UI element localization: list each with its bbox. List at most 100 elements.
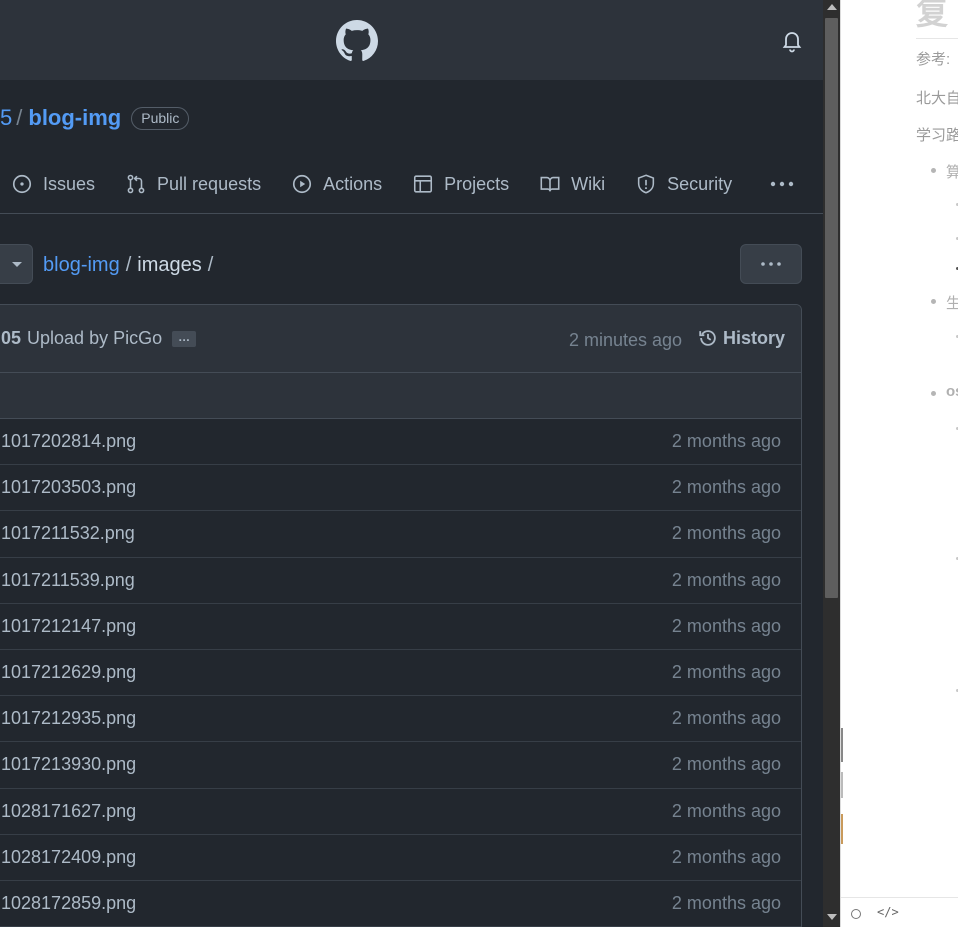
history-link[interactable]: History: [697, 327, 785, 349]
file-name-link[interactable]: 1017212147.png: [1, 616, 136, 637]
editor-text-line[interactable]: 北大自: [916, 87, 958, 108]
breadcrumb-folder: images: [137, 253, 202, 276]
file-time: 2 months ago: [671, 431, 781, 451]
breadcrumb: blog-img / images /: [43, 252, 219, 278]
commit-message: 05 Upload by PicGo …: [1, 328, 197, 349]
editor-side-marker: [841, 772, 843, 798]
tab-issues[interactable]: Issues: [11, 160, 95, 208]
editor-heading[interactable]: 复: [916, 0, 958, 39]
scroll-up-arrow-icon[interactable]: [827, 4, 837, 10]
play-circle-icon: [293, 174, 312, 194]
file-name-link[interactable]: 1017212629.png: [1, 662, 136, 683]
file-time: 2 months ago: [671, 846, 781, 867]
file-row[interactable]: 1017211539.png 2 months ago: [0, 558, 801, 604]
kebab-horizontal-icon: [770, 181, 794, 187]
file-name-link[interactable]: 1028172859.png: [1, 893, 136, 914]
caret-down-icon: [12, 261, 22, 267]
repo-nav-tabs: Issues Pull requests Actions Projects Wi…: [0, 160, 762, 208]
file-name-link[interactable]: 1017202814.png: [1, 431, 136, 452]
editor-bullet-item[interactable]: 生: [946, 292, 958, 313]
scroll-down-arrow-icon[interactable]: [827, 914, 837, 920]
file-time: 2 months ago: [671, 569, 781, 590]
directory-options-button[interactable]: [740, 244, 802, 284]
github-pane: 5 / blog-img Public Issues Pull requests…: [0, 0, 823, 927]
repo-title-separator: /: [16, 105, 23, 130]
tab-pull-requests[interactable]: Pull requests: [125, 160, 261, 208]
table-icon: [414, 175, 433, 193]
file-time: 2 months ago: [671, 523, 781, 544]
file-row[interactable]: 1017202814.png 2 months ago: [0, 419, 801, 466]
editor-text-line[interactable]: 参考:: [916, 48, 950, 69]
file-time: 2 months ago: [671, 661, 781, 682]
file-name-link[interactable]: 1017211532.png: [1, 523, 135, 544]
editor-status-bar: </>: [841, 897, 958, 927]
shield-icon: [638, 174, 655, 194]
visibility-badge: Public: [131, 106, 190, 130]
file-name-link[interactable]: 1017213930.png: [1, 754, 136, 775]
parent-directory-row[interactable]: [0, 373, 801, 419]
tab-pull-requests-label: Pull requests: [157, 173, 262, 194]
file-rows: 1017202814.png 2 months ago 1017203503.pn…: [0, 419, 801, 927]
tab-wiki[interactable]: Wiki: [539, 160, 605, 208]
markdown-editor-pane: 复 参考: 北大自 学习路 算 生 os </>: [840, 0, 958, 927]
history-label: History: [723, 327, 786, 348]
tab-projects[interactable]: Projects: [412, 160, 509, 208]
commit-hash-link[interactable]: 05: [1, 328, 21, 349]
file-row[interactable]: 1017203503.png 2 months ago: [0, 465, 801, 512]
repo-owner-link[interactable]: 5: [0, 105, 12, 131]
editor-bullet-item[interactable]: 算: [946, 161, 958, 182]
commit-time: 2 minutes ago: [569, 330, 683, 350]
kebab-horizontal-icon: [761, 262, 781, 266]
commit-message-link[interactable]: Upload by PicGo: [27, 328, 162, 349]
editor-text-line[interactable]: 学习路: [916, 124, 958, 145]
history-clock-icon: [699, 330, 716, 346]
file-time: 2 months ago: [671, 754, 781, 775]
file-row[interactable]: 1017212629.png 2 months ago: [0, 650, 801, 697]
issue-circle-icon: [12, 174, 32, 194]
file-name-link[interactable]: 1017211539.png: [1, 570, 135, 591]
breadcrumb-repo-link[interactable]: blog-img: [43, 254, 120, 277]
file-name-link[interactable]: 1017203503.png: [1, 477, 136, 498]
top-header: [0, 0, 823, 80]
tabs-overflow-button[interactable]: [766, 170, 798, 198]
tab-actions-label: Actions: [323, 173, 383, 194]
bullet-dot-icon: [931, 168, 936, 173]
vertical-scrollbar[interactable]: [823, 0, 840, 927]
file-time: 2 months ago: [671, 477, 781, 498]
file-time: 2 months ago: [671, 892, 781, 913]
file-name-link[interactable]: 1028172409.png: [1, 847, 136, 868]
repo-name-link[interactable]: blog-img: [28, 105, 121, 131]
tab-issues-label: Issues: [43, 173, 96, 194]
tab-projects-label: Projects: [444, 173, 510, 194]
tab-actions[interactable]: Actions: [291, 160, 382, 208]
editor-bullet-item[interactable]: os: [946, 383, 958, 400]
bullet-dot-icon: [931, 391, 936, 396]
file-row[interactable]: 1017212147.png 2 months ago: [0, 604, 801, 650]
tab-security[interactable]: Security: [635, 160, 732, 208]
scrollbar-thumb[interactable]: [825, 18, 838, 598]
file-row[interactable]: 1028172409.png 2 months ago: [0, 835, 801, 881]
file-row[interactable]: 1028172859.png 2 months ago: [0, 881, 801, 927]
file-name-link[interactable]: 1028171627.png: [1, 801, 136, 822]
latest-commit-bar: 05 Upload by PicGo … 2 minutes ago Histo…: [0, 305, 801, 373]
github-logo-icon[interactable]: [336, 20, 378, 62]
file-row[interactable]: 1017213930.png 2 months ago: [0, 742, 801, 789]
file-row[interactable]: 1028171627.png 2 months ago: [0, 789, 801, 835]
file-row[interactable]: 1017212935.png 2 months ago: [0, 696, 801, 743]
editor-side-marker: [841, 814, 843, 844]
file-name-link[interactable]: 1017212935.png: [1, 708, 136, 729]
file-time: 2 months ago: [671, 615, 781, 636]
breadcrumb-separator: /: [207, 253, 214, 276]
tab-security-label: Security: [667, 173, 733, 194]
notification-bell-icon[interactable]: [780, 29, 804, 53]
commit-expand-button[interactable]: …: [172, 330, 197, 347]
file-row[interactable]: 1017211532.png 2 months ago: [0, 511, 801, 558]
tab-wiki-label: Wiki: [571, 173, 606, 194]
branch-select-button[interactable]: [0, 244, 33, 284]
outline-toggle-icon[interactable]: [851, 909, 861, 919]
breadcrumb-separator: /: [125, 253, 132, 276]
file-time: 2 months ago: [671, 708, 781, 729]
source-mode-icon[interactable]: </>: [877, 905, 899, 919]
bullet-dot-icon: [931, 299, 936, 304]
pull-request-icon: [127, 174, 145, 194]
